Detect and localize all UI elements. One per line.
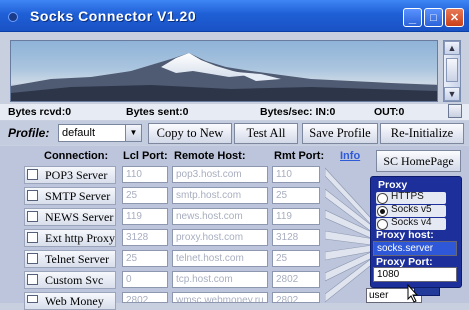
- save-profile-button[interactable]: Save Profile: [302, 123, 378, 144]
- proxy-title: Proxy: [378, 179, 408, 191]
- proxy-port-input[interactable]: 1080: [373, 267, 457, 282]
- maximize-icon: □: [430, 11, 437, 24]
- profile-label: Profile:: [8, 126, 50, 140]
- minimize-button[interactable]: _: [403, 8, 422, 27]
- remote-port-input[interactable]: 3128: [272, 229, 320, 246]
- local-port-input[interactable]: 25: [122, 250, 168, 267]
- reinitialize-button[interactable]: Re-Initialize: [380, 123, 464, 144]
- bytes-sent: Bytes sent:0: [126, 106, 189, 118]
- local-port-input[interactable]: 0: [122, 271, 168, 288]
- maximize-button[interactable]: □: [424, 8, 443, 27]
- column-header-remote-host: Remote Host:: [174, 150, 246, 162]
- local-port-input[interactable]: 110: [122, 166, 168, 183]
- radio-selected-icon[interactable]: [377, 206, 388, 217]
- column-header-rmt-port: Rmt Port:: [274, 150, 325, 162]
- remote-port-input[interactable]: 25: [272, 187, 320, 204]
- proxy-host-input[interactable]: socks.server: [373, 241, 457, 256]
- remote-host-input[interactable]: wmsc.webmoney.ru: [172, 292, 268, 303]
- remote-host-input[interactable]: telnet.host.com: [172, 250, 268, 267]
- proxy-option-label: HTTPS: [391, 191, 424, 202]
- remote-port-input[interactable]: 119: [272, 208, 320, 225]
- column-header-lcl-port: Lcl Port:: [123, 150, 168, 162]
- remote-host-input[interactable]: smtp.host.com: [172, 187, 268, 204]
- connection-checkbox[interactable]: [27, 232, 38, 243]
- connection-checkbox[interactable]: [27, 295, 38, 303]
- bytes-received: Bytes rcvd:0: [8, 106, 72, 118]
- remote-host-input[interactable]: news.host.com: [172, 208, 268, 225]
- mountain-landscape-image: [11, 53, 437, 101]
- bytes-per-sec: Bytes/sec: IN:0: [260, 106, 336, 118]
- minimize-to-tray-icon[interactable]: [448, 104, 462, 118]
- test-all-button[interactable]: Test All: [234, 123, 298, 144]
- remote-port-input[interactable]: 2802: [272, 271, 320, 288]
- mouse-cursor-icon: [407, 283, 419, 303]
- homepage-button[interactable]: SC HomePage: [376, 150, 461, 172]
- proxy-host-label: Proxy host:: [376, 229, 434, 241]
- banner-image: [10, 40, 438, 102]
- connection-checkbox[interactable]: [27, 190, 38, 201]
- connection-checkbox[interactable]: [27, 169, 38, 180]
- radio-icon[interactable]: [377, 193, 388, 204]
- local-port-input[interactable]: 2802: [122, 292, 168, 303]
- window-title: Socks Connector V1.20: [30, 8, 197, 24]
- minimize-icon: _: [408, 10, 417, 25]
- connection-checkbox[interactable]: [27, 211, 38, 222]
- chevron-down-icon[interactable]: ▼: [125, 125, 141, 141]
- remote-host-input[interactable]: tcp.host.com: [172, 271, 268, 288]
- proxy-option-label: Socks v4: [391, 217, 432, 228]
- copy-to-new-button[interactable]: Copy to New: [148, 123, 232, 144]
- connection-checkbox[interactable]: [27, 253, 38, 264]
- scroll-thumb[interactable]: [446, 58, 458, 82]
- remote-port-input[interactable]: 110: [272, 166, 320, 183]
- bytes-out: OUT:0: [374, 106, 405, 118]
- local-port-input[interactable]: 119: [122, 208, 168, 225]
- profile-select[interactable]: default ▼: [58, 124, 142, 142]
- close-button[interactable]: ✕: [445, 8, 464, 27]
- proxy-option-socks5[interactable]: Socks v5: [376, 204, 446, 217]
- remote-host-input[interactable]: pop3.host.com: [172, 166, 268, 183]
- scroll-up-icon[interactable]: ▲: [444, 41, 460, 55]
- close-icon: ✕: [449, 12, 460, 24]
- proxy-option-https[interactable]: HTTPS: [376, 191, 446, 204]
- column-header-connection: Connection:: [44, 150, 109, 162]
- proxy-option-label: Socks v5: [391, 204, 432, 215]
- remote-port-input[interactable]: 25: [272, 250, 320, 267]
- remote-host-input[interactable]: proxy.host.com: [172, 229, 268, 246]
- profile-select-value: default: [62, 127, 96, 139]
- scroll-down-icon[interactable]: ▼: [444, 87, 460, 101]
- connection-checkbox[interactable]: [27, 274, 38, 285]
- local-port-input[interactable]: 3128: [122, 229, 168, 246]
- app-icon: [8, 12, 18, 22]
- remote-port-input[interactable]: 2802: [272, 292, 320, 303]
- local-port-input[interactable]: 25: [122, 187, 168, 204]
